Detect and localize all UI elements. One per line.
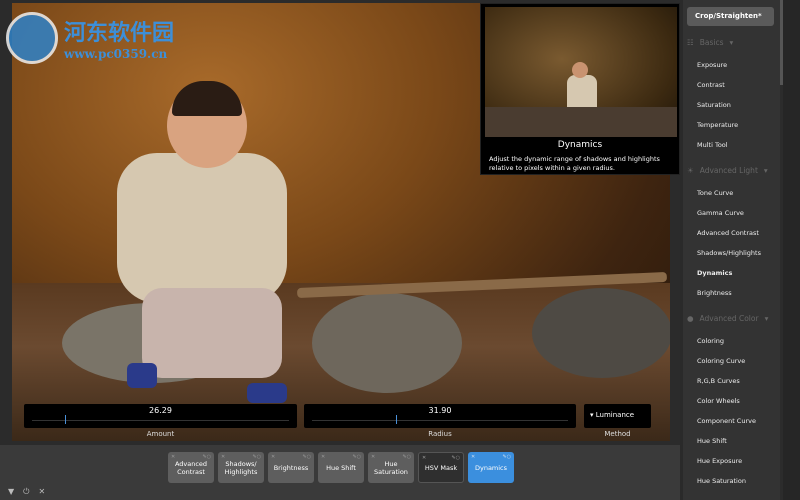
node-hue-shift[interactable]: ✕ ✎○ Hue Shift [318, 452, 364, 483]
chevron-down-icon: ▾ [590, 411, 594, 419]
radius-value: 31.90 [428, 406, 452, 415]
amount-track [32, 420, 289, 421]
amount-value: 26.29 [149, 406, 172, 415]
radius-track [312, 420, 568, 421]
tooltip-title: Dynamics [557, 140, 603, 150]
node-hsv-mask[interactable]: ✕ ✎○ HSV Mask [418, 452, 464, 483]
palette-icon: ● [687, 314, 694, 323]
node-label: Hue Saturation [374, 459, 408, 476]
node-label: Brightness [273, 463, 309, 472]
sidebar-item-shadows-highlights[interactable]: Shadows/Highlights [697, 249, 761, 257]
sidebar-item-hue-saturation[interactable]: Hue Saturation [697, 477, 746, 485]
sidebar-item-contrast[interactable]: Contrast [697, 81, 725, 89]
close-icon[interactable]: ✕ [38, 487, 45, 497]
sliders-icon: ☷ [687, 38, 694, 47]
sidebar-item-saturation[interactable]: Saturation [697, 101, 731, 109]
method-value: Luminance [595, 411, 635, 419]
node-shadows-highlights[interactable]: ✕ ✎○ Shadows/ Highlights [218, 452, 264, 483]
tooltip-description: Adjust the dynamic range of shadows and … [489, 155, 660, 172]
watermark-url: www.pc0359.cn [64, 47, 168, 61]
node-label: Hue Shift [326, 463, 356, 472]
sidebar-item-dynamics[interactable]: Dynamics [697, 269, 732, 277]
sidebar-item-tone-curve[interactable]: Tone Curve [697, 189, 733, 197]
section-advanced-color[interactable]: ● Advanced Color ▾ [687, 314, 768, 323]
power-icon[interactable]: ⏻ [23, 487, 29, 497]
node-label: Advanced Contrast [174, 459, 208, 476]
watermark-logo: 河东软件园 www.pc0359.cn [6, 12, 174, 64]
radius-slider[interactable]: 31.90 [304, 404, 576, 428]
sidebar-item-component-curve[interactable]: Component Curve [697, 417, 756, 425]
section-title: Advanced Color [699, 314, 759, 323]
sidebar-item-hue-shift[interactable]: Hue Shift [697, 437, 727, 445]
crop-straighten-button[interactable]: Crop/Straighten* [687, 7, 774, 26]
logo-icon [6, 12, 58, 64]
section-title: Basics [699, 38, 724, 47]
tooltip: Dynamics Adjust the dynamic range of sha… [480, 3, 680, 175]
sidebar-item-exposure[interactable]: Exposure [697, 61, 727, 69]
section-title: Advanced Light [699, 166, 758, 175]
node-label: Dynamics [474, 463, 508, 472]
section-basics[interactable]: ☷ Basics ▾ [687, 38, 733, 47]
sidebar-item-coloring-curve[interactable]: Coloring Curve [697, 357, 745, 365]
sidebar-item-brightness[interactable]: Brightness [697, 289, 732, 297]
chevron-down-icon: ▾ [729, 38, 734, 47]
node-label: Shadows/ Highlights [224, 459, 258, 476]
watermark-title: 河东软件园 [64, 20, 175, 46]
chevron-down-icon: ▾ [764, 314, 769, 323]
radius-label: Radius [428, 430, 452, 438]
method-dropdown[interactable]: ▾ Luminance [584, 404, 651, 428]
sidebar-item-gamma-curve[interactable]: Gamma Curve [697, 209, 744, 217]
right-panel-edge [783, 0, 800, 500]
sidebar-item-temperature[interactable]: Temperature [697, 121, 738, 129]
sidebar-item-color-wheels[interactable]: Color Wheels [697, 397, 740, 405]
sidebar-item-hue-exposure[interactable]: Hue Exposure [697, 457, 742, 465]
node-advanced-contrast[interactable]: ✕ ✎○ Advanced Contrast [168, 452, 214, 483]
amount-thumb[interactable] [65, 415, 67, 424]
amount-slider[interactable]: 26.29 [24, 404, 297, 428]
sidebar-item-multi-tool[interactable]: Multi Tool [697, 141, 728, 149]
filter-icon[interactable]: ▼ [8, 487, 14, 497]
sidebar-item-coloring[interactable]: Coloring [697, 337, 724, 345]
method-label: Method [604, 430, 631, 438]
node-hue-saturation[interactable]: ✕ ✎○ Hue Saturation [368, 452, 414, 483]
sidebar: Crop/Straighten* ☷ Basics ▾ Exposure Contr… [683, 0, 780, 500]
node-dynamics[interactable]: ✕ ✎○ Dynamics [468, 452, 514, 483]
sidebar-item-advanced-contrast[interactable]: Advanced Contrast [697, 229, 759, 237]
radius-thumb[interactable] [396, 415, 398, 424]
section-advanced-light[interactable]: ☀ Advanced Light ▾ [687, 166, 768, 175]
sidebar-item-rgb-curves[interactable]: R,G,B Curves [697, 377, 740, 385]
node-label: HSV Mask [424, 463, 458, 472]
node-brightness[interactable]: ✕ ✎○ Brightness [268, 452, 314, 483]
sun-icon: ☀ [687, 166, 694, 175]
amount-label: Amount [146, 430, 175, 438]
chevron-down-icon: ▾ [763, 166, 768, 175]
tooltip-preview-image [485, 7, 677, 137]
